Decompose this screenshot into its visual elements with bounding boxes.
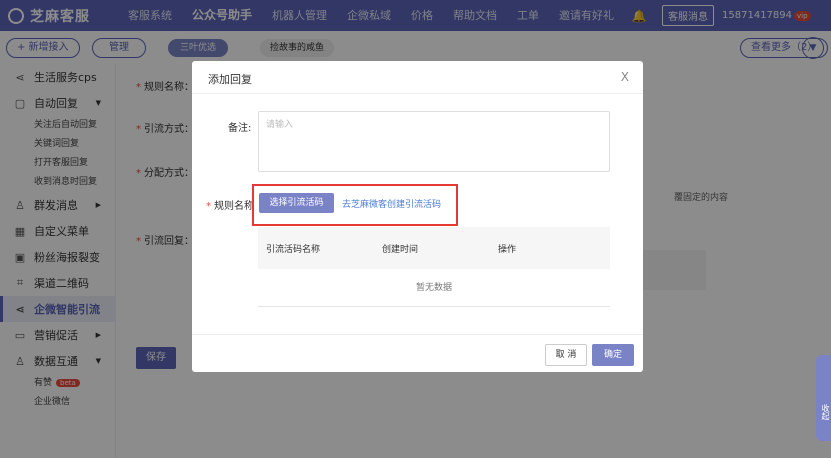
select-qrcode-button[interactable]: 选择引流活码: [259, 193, 334, 213]
collapse-tab[interactable]: 收起: [816, 355, 831, 441]
rule-name-label: * 规则名称: [206, 201, 254, 212]
remark-input[interactable]: 请输入: [258, 111, 610, 172]
divider: [192, 93, 643, 94]
table-empty-state: 暂无数据: [258, 269, 610, 307]
add-reply-modal: 添加回复 X 备注: 请输入 * 规则名称 选择引流活码 去芝麻微客创建引流活码 …: [192, 61, 643, 372]
column-header-created: 创建时间: [382, 245, 419, 255]
remark-label: 备注:: [228, 123, 252, 134]
divider: [192, 334, 643, 335]
column-header-action: 操作: [498, 245, 517, 255]
table-header: 引流活码名称 创建时间 操作: [258, 227, 610, 269]
confirm-button[interactable]: 确定: [592, 344, 634, 366]
modal-title: 添加回复: [208, 73, 252, 86]
column-header-name: 引流活码名称: [266, 245, 321, 255]
create-qrcode-link[interactable]: 去芝麻微客创建引流活码: [342, 197, 441, 210]
close-icon[interactable]: X: [621, 70, 629, 84]
cancel-button[interactable]: 取 消: [545, 344, 587, 366]
